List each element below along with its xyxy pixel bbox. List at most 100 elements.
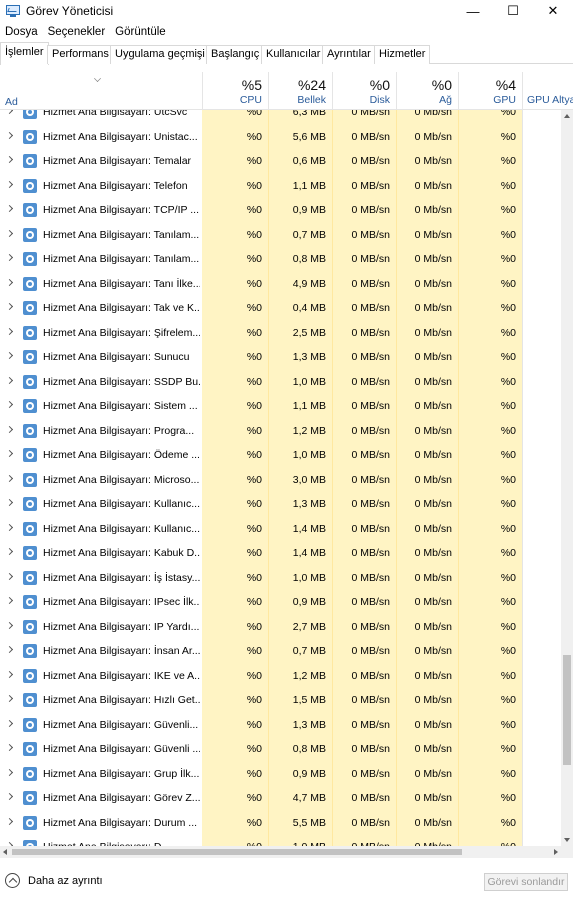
scroll-left-icon[interactable] [3,849,7,855]
close-button[interactable]: ✕ [533,0,573,22]
expand-chevron-icon[interactable] [5,645,14,654]
menu-options[interactable]: Seçenekler [43,26,111,38]
table-row[interactable]: Hizmet Ana Bilgisayarı: Tanı İlke... %0 4,… [0,272,561,297]
table-row[interactable]: Hizmet Ana Bilgisayarı: Tanılam... %0 0,7 … [0,223,561,248]
cell-gpu: %0 [500,743,516,755]
cell-disk: 0 MB/sn [351,473,390,486]
tab-performance[interactable]: Performans [47,45,114,64]
expand-chevron-icon[interactable] [5,523,14,531]
table-row[interactable]: Hizmet Ana Bilgisayarı: D...%01,0 MB0 MB… [0,835,561,846]
cell-net: 0 Mb/sn [414,792,452,804]
menu-file[interactable]: Dosya [0,26,43,38]
expand-chevron-icon[interactable] [5,572,14,580]
expand-chevron-icon[interactable] [5,474,14,482]
table-row[interactable]: Hizmet Ana Bilgisayarı: Progra... %0 1,2 M… [0,419,561,444]
end-task-button[interactable]: Görevi sonlandır [484,873,568,891]
column-name[interactable]: Ad [0,72,202,110]
expand-chevron-icon[interactable] [5,253,14,262]
table-row[interactable]: Hizmet Ana Bilgisayarı: TCP/IP ... %0 0,9 … [0,198,561,223]
process-name: Hizmet Ana Bilgisayarı: Sistem ... [43,400,198,412]
table-row[interactable]: Hizmet Ana Bilgisayarı: Kabuk D... %0 1,4 … [0,541,561,566]
table-row[interactable]: Hizmet Ana Bilgisayarı: Ödeme ... %0 1,0 M… [0,443,561,468]
table-row[interactable]: Hizmet Ana Bilgisayarı: Tak ve K... %0 0,4… [0,296,561,321]
horizontal-scrollbar[interactable] [0,846,561,858]
expand-chevron-icon[interactable] [5,376,14,384]
expand-chevron-icon[interactable] [5,155,14,164]
tab-app-history[interactable]: Uygulama geçmişi [110,45,210,64]
expand-chevron-icon[interactable] [5,110,14,115]
column-gpu-engine[interactable]: . GPU Altya [522,72,573,110]
scroll-down-icon[interactable] [564,838,570,842]
expand-chevron-icon[interactable] [5,817,14,825]
tab-users[interactable]: Kullanıcılar [261,45,326,64]
column-cpu[interactable]: %5 CPU [202,72,268,110]
expand-chevron-icon[interactable] [5,694,14,703]
expand-chevron-icon[interactable] [5,400,14,409]
scroll-right-icon[interactable] [554,849,558,855]
column-disk[interactable]: %0 Disk [332,72,396,110]
vertical-scrollbar[interactable] [561,110,573,846]
cell-gpu: %0 [500,400,516,412]
expand-chevron-icon[interactable] [5,621,14,629]
table-row[interactable]: Hizmet Ana Bilgisayarı: UtcSvc %0 6,3 MB 0 … [0,110,561,125]
expand-chevron-icon[interactable] [5,229,14,237]
expand-chevron-icon[interactable] [5,792,14,801]
menu-view[interactable]: Görüntüle [110,26,171,38]
cell-net: 0 Mb/sn [414,767,452,780]
table-row[interactable]: Hizmet Ana Bilgisayarı: Telefon %0 1,1 MB 0… [0,174,561,199]
expand-chevron-icon[interactable] [5,425,14,433]
table-row[interactable]: Hizmet Ana Bilgisayarı: IP Yardı... %0 2,7… [0,615,561,640]
expand-chevron-icon[interactable] [5,743,14,752]
expand-chevron-icon[interactable] [5,547,14,556]
expand-chevron-icon[interactable] [5,768,14,776]
tab-details[interactable]: Ayrıntılar [322,45,376,64]
cell-mem: 0,7 MB [292,645,326,657]
table-row[interactable]: Hizmet Ana Bilgisayarı: Grup İlk... %0 0,9… [0,762,561,787]
h-scroll-thumb[interactable] [12,849,462,855]
table-row[interactable]: Hizmet Ana Bilgisayarı: Güvenli... %0 1,3 … [0,713,561,738]
table-row[interactable]: Hizmet Ana Bilgisayarı: Şifrelem... %0 2,5… [0,321,561,346]
cell-mem: 1,3 MB [292,351,326,363]
expand-chevron-icon[interactable] [5,449,14,458]
table-row[interactable]: Hizmet Ana Bilgisayarı: Temalar %0 0,6 MB 0… [0,149,561,174]
expand-chevron-icon[interactable] [5,302,14,311]
cell-mem: 2,5 MB [292,326,326,339]
table-row[interactable]: Hizmet Ana Bilgisayarı: Sunucu %0 1,3 MB 0 … [0,345,561,370]
table-row[interactable]: Hizmet Ana Bilgisayarı: Hızlı Get... %0 1,… [0,688,561,713]
maximize-button[interactable]: ☐ [493,0,533,22]
table-row[interactable]: Hizmet Ana Bilgisayarı: Görev Z... %0 4,7 … [0,786,561,811]
expand-chevron-icon[interactable] [5,131,14,139]
column-memory[interactable]: %24 Bellek [268,72,332,110]
table-row[interactable]: Hizmet Ana Bilgisayarı: Microso... %0 3,0 … [0,468,561,493]
table-row[interactable]: Hizmet Ana Bilgisayarı: Tanılam... %0 0,8 … [0,247,561,272]
table-row[interactable]: Hizmet Ana Bilgisayarı: Güvenli ... %0 0,8… [0,737,561,762]
expand-chevron-icon[interactable] [5,180,14,188]
table-row[interactable]: Hizmet Ana Bilgisayarı: İnsan Ar... %0 0,7… [0,639,561,664]
table-row[interactable]: Hizmet Ana Bilgisayarı: Durum ... %0 5,5 M… [0,811,561,836]
table-row[interactable]: Hizmet Ana Bilgisayarı: IKE ve A... %0 1,2… [0,664,561,689]
expand-chevron-icon[interactable] [5,596,14,605]
table-row[interactable]: Hizmet Ana Bilgisayarı: Unistac... %0 5,6 … [0,125,561,150]
expand-chevron-icon[interactable] [5,670,14,678]
table-row[interactable]: Hizmet Ana Bilgisayarı: Kullanıc... %0 1,4… [0,517,561,542]
column-gpu[interactable]: %4 GPU [458,72,522,110]
table-row[interactable]: Hizmet Ana Bilgisayarı: IPsec İlk... %0 0,… [0,590,561,615]
table-row[interactable]: Hizmet Ana Bilgisayarı: Kullanıc... %0 1,3… [0,492,561,517]
fewer-details-button[interactable]: Daha az ayrıntı [5,873,103,888]
expand-chevron-icon[interactable] [5,327,14,335]
expand-chevron-icon[interactable] [5,204,14,213]
tab-processes[interactable]: İşlemler [0,42,49,65]
table-row[interactable]: Hizmet Ana Bilgisayarı: SSDP Bu... %0 1,0 … [0,370,561,395]
column-network[interactable]: %0 Ağ [396,72,458,110]
scroll-up-icon[interactable] [564,114,570,118]
tab-services[interactable]: Hizmetler [374,45,431,64]
table-row[interactable]: Hizmet Ana Bilgisayarı: İş İstasy... %0 1,… [0,566,561,591]
tab-startup[interactable]: Başlangıç [206,45,265,64]
scroll-thumb[interactable] [563,655,571,765]
minimize-button[interactable]: — [453,0,493,22]
expand-chevron-icon[interactable] [5,278,14,286]
expand-chevron-icon[interactable] [5,498,14,507]
table-row[interactable]: Hizmet Ana Bilgisayarı: Sistem ... %0 1,1 … [0,394,561,419]
expand-chevron-icon[interactable] [5,351,14,360]
expand-chevron-icon[interactable] [5,719,14,727]
